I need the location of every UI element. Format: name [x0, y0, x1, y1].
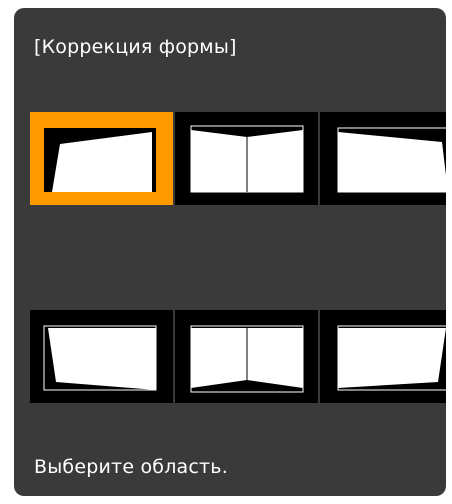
area-option-top-right[interactable]: [320, 112, 446, 205]
area-option-bottom-right[interactable]: [320, 310, 446, 403]
top-edge-shape-icon: [190, 125, 304, 193]
top-right-corner-shape-icon: [337, 127, 446, 193]
top-left-corner-shape-icon: [44, 128, 156, 192]
panel-title: [Коррекция формы]: [34, 36, 237, 58]
instruction-text: Выберите область.: [34, 456, 228, 478]
bottom-right-corner-shape-icon: [337, 325, 446, 391]
area-option-bottom-center[interactable]: [175, 310, 318, 403]
bottom-edge-shape-icon: [190, 325, 304, 393]
area-option-bottom-left[interactable]: [30, 310, 173, 403]
shape-correction-panel: [Коррекция формы] Выберите область.: [14, 8, 446, 496]
area-option-top-center[interactable]: [175, 112, 318, 205]
area-option-top-left[interactable]: [30, 112, 173, 205]
bottom-left-corner-shape-icon: [43, 325, 157, 391]
